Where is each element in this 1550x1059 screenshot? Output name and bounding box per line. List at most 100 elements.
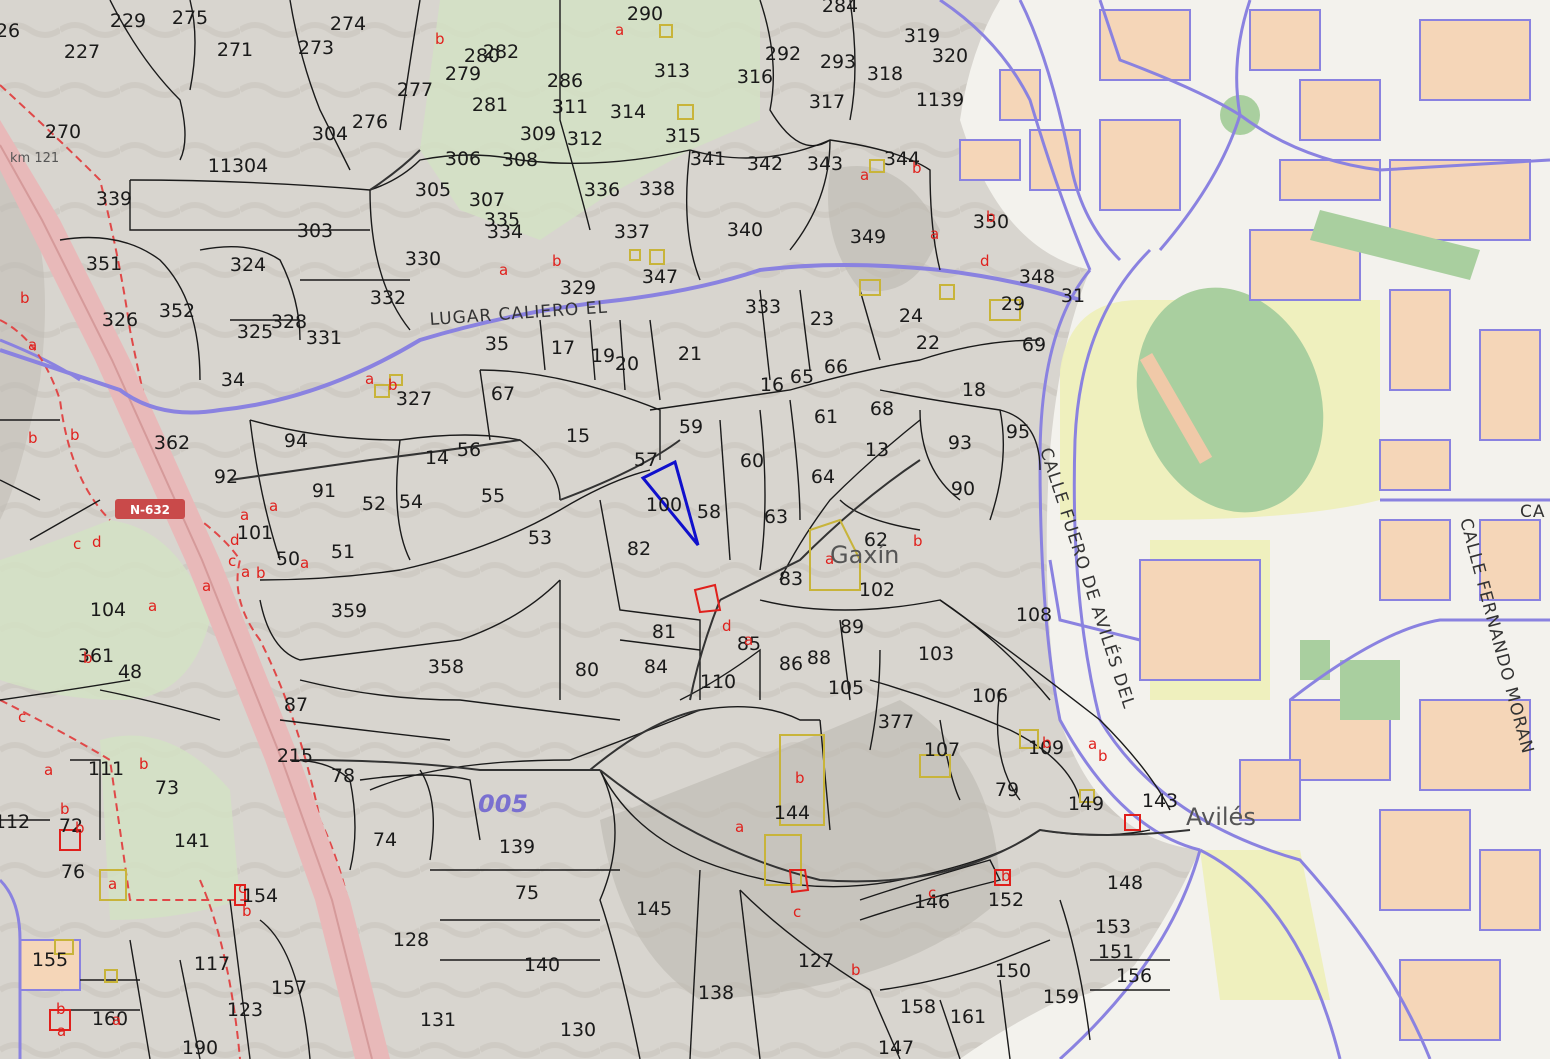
parcel-number: 56 bbox=[457, 439, 481, 461]
parcel-number: 149 bbox=[1068, 793, 1104, 815]
parcel-number: 333 bbox=[745, 296, 781, 318]
parcel-number: 131 bbox=[420, 1009, 456, 1031]
parcel-number: 111 bbox=[88, 758, 124, 780]
subparcel-letter: c bbox=[228, 552, 236, 570]
parcel-number: 282 bbox=[483, 41, 519, 63]
parcel-number: 304 bbox=[312, 123, 348, 145]
parcel-number: 73 bbox=[155, 777, 179, 799]
parcel-number: 104 bbox=[90, 599, 126, 621]
parcel-number: 351 bbox=[86, 253, 122, 275]
parcel-number: 123 bbox=[227, 999, 263, 1021]
parcel-number: 281 bbox=[472, 94, 508, 116]
road-shield: N-632 bbox=[115, 499, 185, 519]
parcel-number: 130 bbox=[560, 1019, 596, 1041]
parcel-number: 329 bbox=[560, 277, 596, 299]
subparcel-letter: b bbox=[1042, 734, 1052, 752]
parcel-number: 88 bbox=[807, 647, 831, 669]
parcel-number: 94 bbox=[284, 430, 308, 452]
parcel-number: 48 bbox=[118, 661, 142, 683]
parcel-number: 64 bbox=[811, 466, 835, 488]
subparcel-letter: a bbox=[269, 497, 278, 515]
parcel-number: 50 bbox=[276, 548, 300, 570]
parcel-number: 325 bbox=[237, 321, 273, 343]
subparcel-letter: b bbox=[986, 208, 996, 226]
parcel-number: 29 bbox=[1001, 293, 1025, 315]
parcel-number: 128 bbox=[393, 929, 429, 951]
parcel-number: 79 bbox=[995, 779, 1019, 801]
parcel-number: 144 bbox=[774, 802, 810, 824]
parcel-number: 80 bbox=[575, 659, 599, 681]
parcel-number: 60 bbox=[740, 450, 764, 472]
street-label-calle-partial: CA bbox=[1520, 502, 1546, 522]
parcel-number: 143 bbox=[1142, 790, 1178, 812]
subparcel-letter: a bbox=[112, 1011, 121, 1029]
subparcel-letter: b bbox=[28, 429, 38, 447]
parcel-number: 112 bbox=[0, 811, 30, 833]
parcel-number: 90 bbox=[951, 478, 975, 500]
subparcel-letter: a bbox=[241, 563, 250, 581]
km-marker: km 121 bbox=[10, 151, 59, 166]
subparcel-letter: b bbox=[75, 819, 85, 837]
parcel-number: 68 bbox=[870, 398, 894, 420]
parcel-number: 161 bbox=[950, 1006, 986, 1028]
parcel-number: 307 bbox=[469, 189, 505, 211]
parcel-number: 320 bbox=[932, 45, 968, 67]
parcel-number: 35 bbox=[485, 333, 509, 355]
subparcel-letter: a bbox=[615, 21, 624, 39]
parcel-number: 155 bbox=[32, 949, 68, 971]
parcel-number: 57 bbox=[634, 449, 658, 471]
subparcel-letter: d bbox=[722, 617, 732, 635]
parcel-number: 87 bbox=[284, 694, 308, 716]
subparcel-letter: b bbox=[388, 376, 398, 394]
subparcel-letter: b bbox=[139, 755, 149, 773]
parcel-number: 331 bbox=[306, 327, 342, 349]
parcel-number: 82 bbox=[627, 538, 651, 560]
zone-label: 005 bbox=[478, 790, 528, 818]
parcel-number: 140 bbox=[524, 954, 560, 976]
cadastral-map[interactable]: N-632 km 121 229 275 29026227 271 273274… bbox=[0, 0, 1550, 1059]
parcel-number: 306 bbox=[445, 148, 481, 170]
parcel-number: 67 bbox=[491, 383, 515, 405]
subparcel-letter: c bbox=[238, 879, 246, 897]
subparcel-letter: c bbox=[73, 535, 81, 553]
parcel-number: 156 bbox=[1116, 965, 1152, 987]
parcel-number: 290 bbox=[627, 3, 663, 25]
parcel-number: 151 bbox=[1098, 941, 1134, 963]
subparcel-letter: c bbox=[793, 903, 801, 921]
parcel-number: 303 bbox=[297, 220, 333, 242]
parcel-number: 58 bbox=[697, 501, 721, 523]
subparcel-letter: b bbox=[435, 30, 445, 48]
subparcel-letter: a bbox=[28, 336, 37, 354]
parcel-number: 227 bbox=[64, 41, 100, 63]
subparcel-letter: d bbox=[980, 252, 990, 270]
parcel-number: 103 bbox=[918, 643, 954, 665]
parcel-number: 150 bbox=[995, 960, 1031, 982]
parcel-number: 16 bbox=[760, 374, 784, 396]
parcel-number: 270 bbox=[45, 121, 81, 143]
parcel-number: 358 bbox=[428, 656, 464, 678]
subparcel-letter: b bbox=[1098, 747, 1108, 765]
parcel-number: 76 bbox=[61, 861, 85, 883]
place-label-aviles: Avilés bbox=[1186, 803, 1256, 831]
subparcel-letter: b bbox=[60, 800, 70, 818]
parcel-number: 359 bbox=[331, 600, 367, 622]
subparcel-letter: d bbox=[92, 533, 102, 551]
subparcel-letter: a bbox=[930, 225, 939, 243]
parcel-number: 276 bbox=[352, 111, 388, 133]
parcel-number: 11304 bbox=[208, 155, 268, 177]
parcel-number: 83 bbox=[779, 568, 803, 590]
parcel-number: 326 bbox=[102, 309, 138, 331]
parcel-number: 190 bbox=[182, 1037, 218, 1059]
parcel-number: 14 bbox=[425, 447, 449, 469]
parcel-number: 26 bbox=[0, 20, 20, 42]
parcel-number: 92 bbox=[214, 466, 238, 488]
parcel-number: 338 bbox=[639, 178, 675, 200]
parcel-number: 157 bbox=[271, 977, 307, 999]
subparcel-letter: a bbox=[57, 1022, 66, 1040]
parcel-number: 341 bbox=[690, 148, 726, 170]
parcel-number: 316 bbox=[737, 66, 773, 88]
parcel-number: 308 bbox=[502, 149, 538, 171]
parcel-number: 318 bbox=[867, 63, 903, 85]
subparcel-letter: b bbox=[795, 769, 805, 787]
parcel-number: 138 bbox=[698, 982, 734, 1004]
